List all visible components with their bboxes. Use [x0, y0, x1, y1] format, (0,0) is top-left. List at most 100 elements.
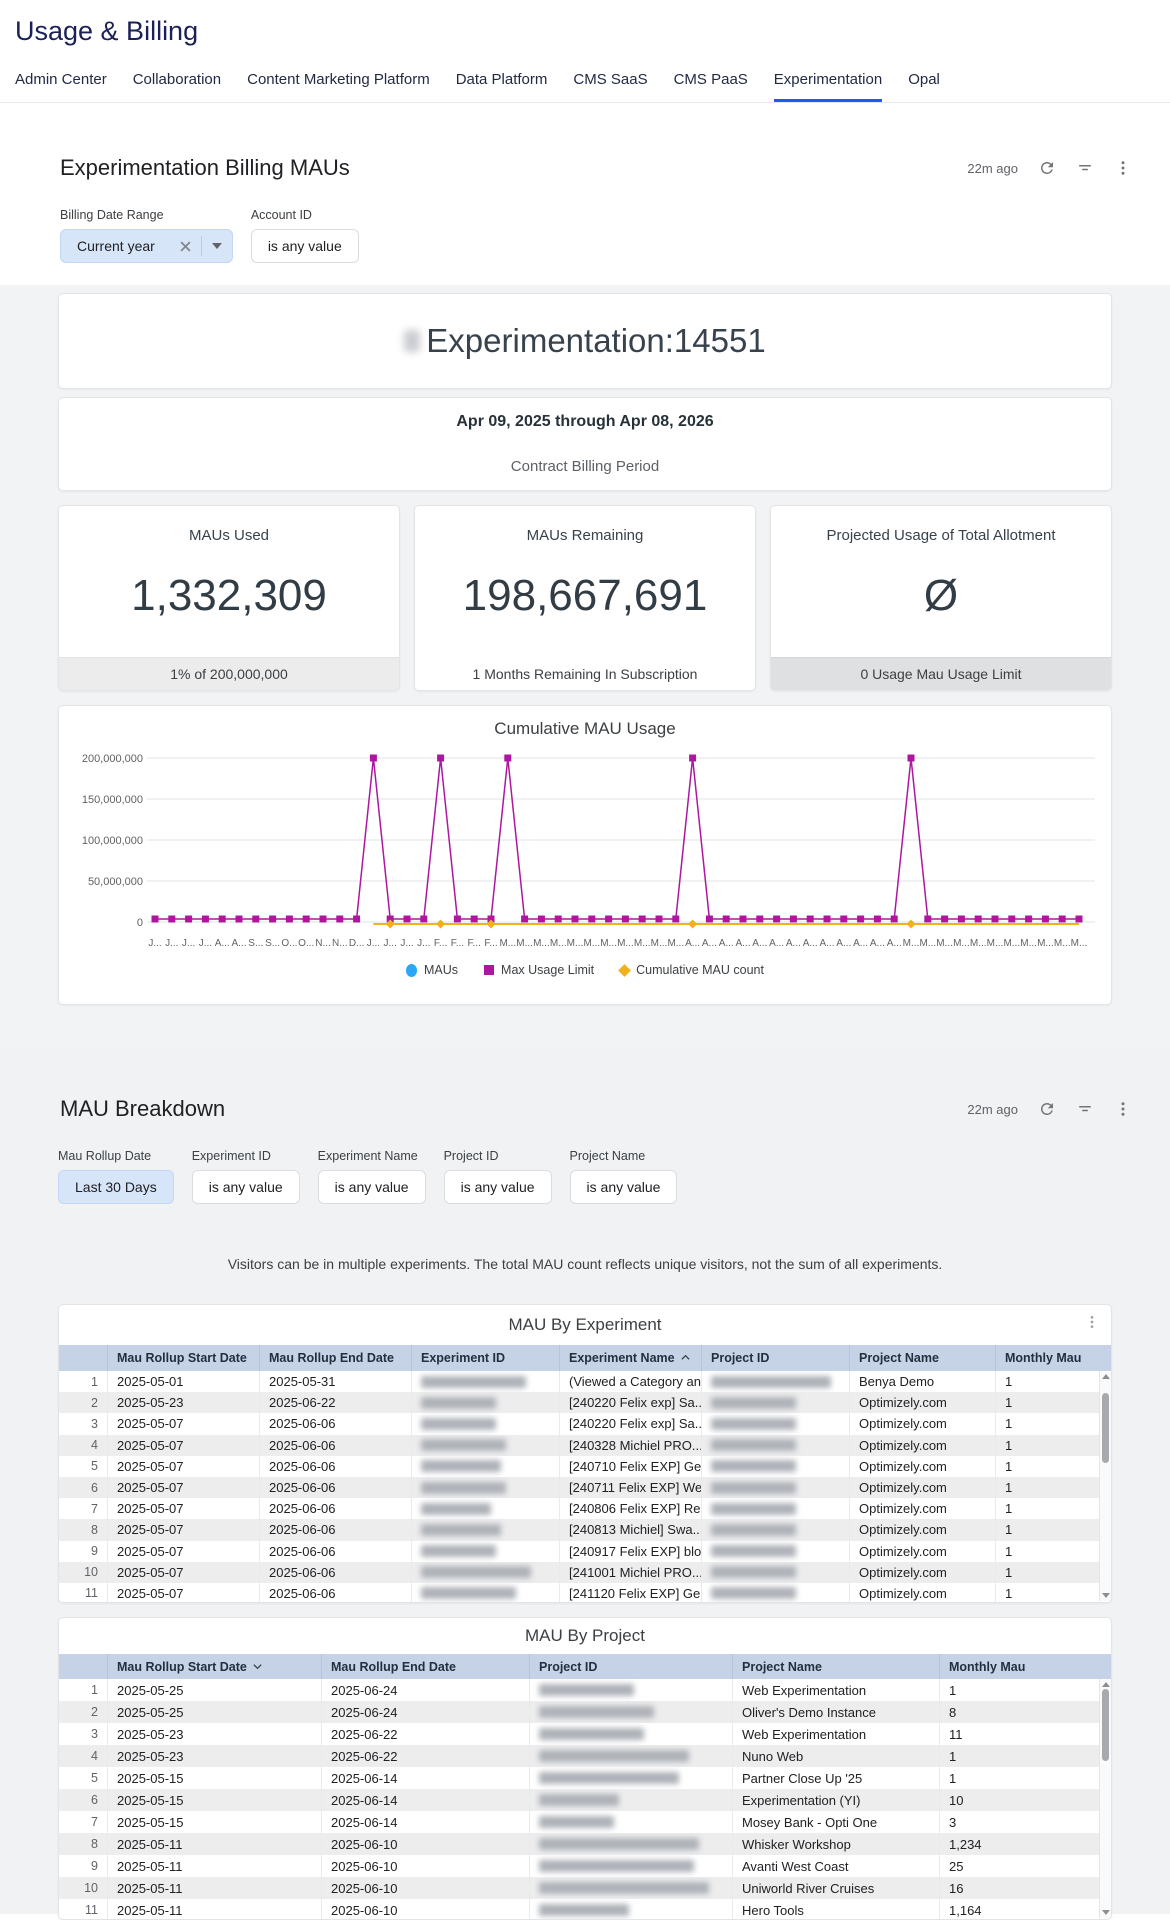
- kebab-menu-icon[interactable]: [1114, 159, 1132, 177]
- column-header-project-id[interactable]: Project ID: [701, 1345, 849, 1371]
- scrollbar-thumb[interactable]: [1102, 1689, 1109, 1761]
- table-row: 5 2025-05-15 2025-06-14 Partner Close Up '2…: [59, 1767, 1111, 1789]
- tab-admin-center[interactable]: Admin Center: [15, 71, 107, 102]
- column-header-label: Mau Rollup End Date: [331, 1659, 456, 1674]
- column-header-mau-rollup-start-date[interactable]: Mau Rollup Start Date: [107, 1345, 259, 1371]
- kebab-menu-icon[interactable]: [1083, 1313, 1101, 1331]
- filter-chip-experiment-name[interactable]: is any value: [317, 1170, 426, 1204]
- tab-experimentation[interactable]: Experimentation: [773, 71, 883, 102]
- refresh-icon[interactable]: [1038, 159, 1056, 177]
- table-row: 7 2025-05-07 2025-06-06 [240806 Felix EXP] …: [59, 1498, 1111, 1520]
- table-cell: 3: [939, 1811, 1101, 1833]
- table-title: MAU By Experiment: [508, 1315, 662, 1334]
- scrollbar-thumb[interactable]: [1102, 1393, 1109, 1463]
- tab-cms-paas[interactable]: CMS PaaS: [674, 71, 748, 102]
- table-cell: 2025-05-15: [107, 1811, 321, 1833]
- scroll-up-arrow[interactable]: [1101, 1682, 1110, 1687]
- kpi-value: 1,332,309: [131, 571, 327, 620]
- legend-item-max-usage-limit[interactable]: Max Usage Limit: [484, 963, 594, 977]
- table-row: 11 2025-05-07 2025-06-06 [241120 Felix EXP]…: [59, 1582, 1111, 1602]
- svg-text:M...: M...: [1054, 938, 1071, 949]
- legend-item-cumulative-mau-count[interactable]: Cumulative MAU count: [618, 963, 764, 977]
- filter-chip-account-id[interactable]: is any value: [250, 229, 359, 263]
- kebab-menu-icon[interactable]: [1114, 1100, 1132, 1118]
- table-cell: 2025-05-07: [107, 1582, 259, 1602]
- column-header-project-id[interactable]: Project ID: [529, 1654, 732, 1679]
- redacted-cell: [539, 1838, 699, 1850]
- cumulative-mau-chart[interactable]: 0 50,000,000 100,000,000 150,000,000 200,000…: [59, 739, 1111, 954]
- redacted-cell: [711, 1566, 796, 1579]
- tab-cms-saas[interactable]: CMS SaaS: [573, 71, 647, 102]
- clear-filter-icon[interactable]: [171, 240, 201, 252]
- filter-chip-project-name[interactable]: is any value: [569, 1170, 678, 1204]
- table-cell: [529, 1855, 732, 1877]
- column-header-mau-rollup-end-date[interactable]: Mau Rollup End Date: [321, 1654, 529, 1679]
- column-header-mau-rollup-start-date[interactable]: Mau Rollup Start Date: [107, 1654, 321, 1679]
- table-scrollbar[interactable]: [1099, 1371, 1111, 1601]
- column-header-project-name[interactable]: Project Name: [732, 1654, 939, 1679]
- table-cell: [529, 1789, 732, 1811]
- svg-text:M...: M...: [970, 938, 987, 949]
- filter-icon[interactable]: [1076, 159, 1094, 177]
- table-cell: [240813 Michiel] Swa...: [559, 1519, 701, 1541]
- kpi-row: MAUs Used 1,332,309 1% of 200,000,000 MAUs …: [58, 505, 1112, 691]
- column-header-rownum[interactable]: [59, 1345, 107, 1371]
- filter-chip-value: is any value: [460, 1179, 535, 1195]
- table-row: 8 2025-05-11 2025-06-10 Whisker Workshop 1,2…: [59, 1833, 1111, 1855]
- redacted-cell: [539, 1860, 694, 1872]
- column-header-label: Project ID: [711, 1351, 770, 1365]
- scroll-up-arrow[interactable]: [1101, 1374, 1110, 1379]
- breakdown-meta: 22m ago: [967, 1100, 1132, 1118]
- legend-item-maus[interactable]: MAUs: [406, 963, 458, 977]
- kpi-value: Ø: [923, 571, 959, 620]
- breakdown-filter-experiment-name: Experiment Name is any value: [317, 1149, 426, 1204]
- svg-text:A...: A...: [769, 938, 784, 949]
- row-number: 6: [91, 1480, 98, 1495]
- filter-label: Mau Rollup Date: [58, 1149, 152, 1163]
- svg-text:A...: A...: [215, 938, 230, 949]
- table-cell: 2025-05-25: [107, 1701, 321, 1723]
- redacted-cell: [711, 1439, 796, 1452]
- column-header-label: Monthly Mau: [1005, 1351, 1082, 1365]
- tab-collaboration[interactable]: Collaboration: [133, 71, 221, 102]
- table-row: 10 2025-05-07 2025-06-06 [241001 Michiel PR…: [59, 1561, 1111, 1583]
- column-header-monthly-mau[interactable]: Monthly Mau: [995, 1345, 1101, 1371]
- chevron-down-icon[interactable]: [202, 243, 232, 249]
- breakdown-filters: Mau Rollup Date Last 30 Days Experiment ID…: [58, 1149, 1112, 1204]
- table-cell: [411, 1476, 559, 1499]
- redacted-cell: [711, 1481, 796, 1494]
- filter-chip-billing-date-range[interactable]: Current year: [60, 229, 233, 263]
- table-cell: [411, 1498, 559, 1520]
- filter-icon[interactable]: [1076, 1100, 1094, 1118]
- filter-chip-mau-rollup-date[interactable]: Last 30 Days: [58, 1170, 174, 1204]
- column-header-experiment-id[interactable]: Experiment ID: [411, 1345, 559, 1371]
- table-titlebar: MAU By Project: [59, 1618, 1111, 1654]
- column-header-mau-rollup-end-date[interactable]: Mau Rollup End Date: [259, 1345, 411, 1371]
- tab-data-platform[interactable]: Data Platform: [456, 71, 548, 102]
- filter-chip-project-id[interactable]: is any value: [443, 1170, 552, 1204]
- filter-chip-value: is any value: [334, 1179, 409, 1195]
- table-cell: 2025-05-31: [259, 1371, 411, 1393]
- column-header-experiment-name[interactable]: Experiment Name: [559, 1345, 701, 1371]
- svg-text:A...: A...: [231, 938, 246, 949]
- top-nav-tabs: Admin Center Collaboration Content Marketi…: [15, 71, 1132, 102]
- scroll-down-arrow[interactable]: [1101, 1910, 1110, 1915]
- svg-text:M...: M...: [516, 938, 533, 949]
- svg-text:F...: F...: [451, 938, 464, 949]
- filter-chip-experiment-id[interactable]: is any value: [191, 1170, 300, 1204]
- table-scrollbar[interactable]: [1099, 1679, 1111, 1918]
- column-header-project-name[interactable]: Project Name: [849, 1345, 995, 1371]
- svg-text:A...: A...: [786, 938, 801, 949]
- table-cell: 2025-06-10: [321, 1877, 529, 1899]
- refresh-icon[interactable]: [1038, 1100, 1056, 1118]
- scroll-down-arrow[interactable]: [1101, 1593, 1110, 1598]
- table-row: 1 2025-05-01 2025-05-31 (Viewed a Category …: [59, 1371, 1111, 1393]
- table-cell: [240917 Felix EXP] blo...: [559, 1540, 701, 1562]
- column-header-monthly-mau[interactable]: Monthly Mau: [939, 1654, 1101, 1679]
- tab-opal[interactable]: Opal: [908, 71, 940, 102]
- row-number: 7: [91, 1815, 98, 1829]
- row-number: 6: [91, 1793, 98, 1807]
- column-header-rownum[interactable]: [59, 1654, 107, 1679]
- row-number: 4: [91, 1438, 98, 1453]
- tab-content-marketing-platform[interactable]: Content Marketing Platform: [247, 71, 430, 102]
